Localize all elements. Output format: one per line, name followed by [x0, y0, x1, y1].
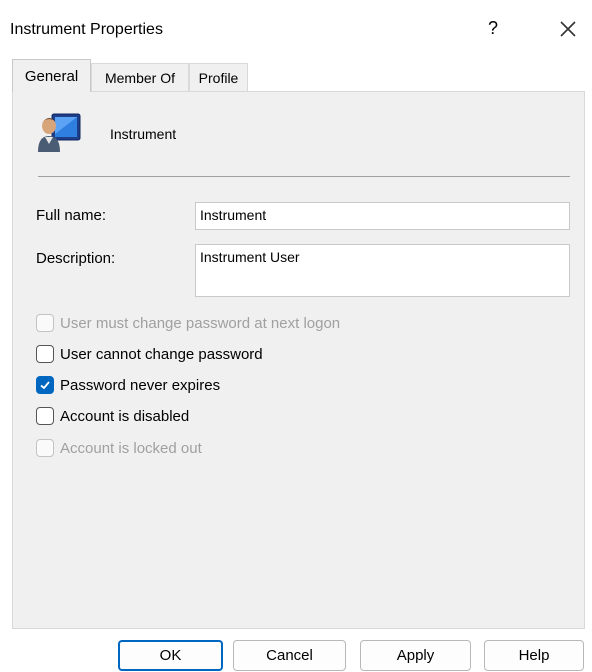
general-tab-panel: Instrument Full name: Instrument Descrip…	[12, 91, 585, 629]
tab-general-label: General	[24, 67, 79, 85]
user-display-name: Instrument	[110, 126, 177, 142]
close-icon[interactable]	[556, 17, 580, 41]
full-name-field[interactable]: Instrument	[195, 202, 570, 230]
cannot-change-password-checkbox[interactable]: User cannot change password	[36, 345, 263, 363]
checkbox-box[interactable]	[36, 345, 54, 363]
checkbox-box[interactable]	[36, 439, 54, 457]
help-title-button[interactable]: ?	[488, 18, 498, 39]
ok-button[interactable]: OK	[118, 640, 223, 671]
checkbox-label: Password never expires	[60, 376, 221, 394]
window-title: Instrument Properties	[10, 21, 163, 38]
title-bar: Instrument Properties ?	[0, 0, 592, 60]
checkbox-label: Account is disabled	[60, 407, 190, 425]
account-disabled-checkbox[interactable]: Account is disabled	[36, 407, 189, 425]
cancel-button[interactable]: Cancel	[233, 640, 346, 671]
cancel-button-label: Cancel	[266, 647, 313, 664]
ok-button-label: OK	[159, 647, 182, 664]
description-label: Description:	[36, 250, 116, 267]
apply-button-label: Apply	[396, 647, 435, 664]
tab-profile-label: Profile	[198, 69, 239, 86]
password-never-expires-checkbox[interactable]: Password never expires	[36, 376, 220, 394]
description-value: Instrument User	[200, 249, 300, 265]
checkbox-box-checked[interactable]	[36, 376, 54, 394]
help-button[interactable]: Help	[484, 640, 584, 671]
full-name-label: Full name:	[36, 207, 107, 224]
tab-member-of[interactable]: Member Of	[91, 63, 189, 91]
tab-member-of-label: Member Of	[104, 69, 175, 86]
help-button-label: Help	[518, 647, 550, 664]
checkbox-label: User must change password at next logon	[60, 314, 341, 332]
checkmark-icon	[40, 381, 50, 390]
checkbox-box[interactable]	[36, 407, 54, 425]
tab-profile[interactable]: Profile	[189, 63, 248, 91]
apply-button[interactable]: Apply	[360, 640, 471, 671]
user-monitor-icon	[36, 108, 84, 154]
checkbox-label: Account is locked out	[60, 439, 202, 457]
description-field[interactable]: Instrument User	[195, 244, 570, 297]
checkbox-label: User cannot change password	[60, 345, 263, 363]
full-name-value: Instrument	[200, 207, 267, 223]
must-change-password-checkbox[interactable]: User must change password at next logon	[36, 314, 340, 332]
checkbox-box[interactable]	[36, 314, 54, 332]
header-divider	[38, 176, 570, 177]
tab-general[interactable]: General	[12, 59, 91, 92]
account-locked-out-checkbox[interactable]: Account is locked out	[36, 439, 202, 457]
